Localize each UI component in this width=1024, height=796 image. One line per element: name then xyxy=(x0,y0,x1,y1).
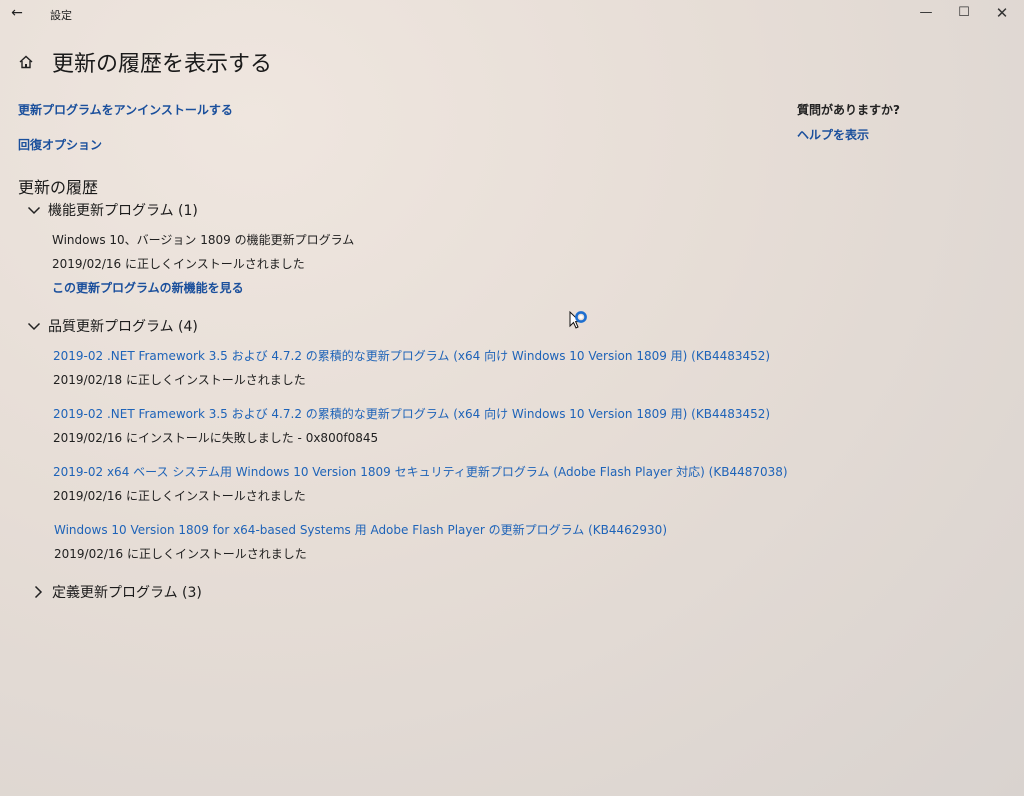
home-icon xyxy=(19,55,33,69)
feature-updates-toggle[interactable]: 機能更新プログラム (1) xyxy=(26,200,198,220)
quality-update-link[interactable]: Windows 10 Version 1809 for x64-based Sy… xyxy=(54,521,667,538)
show-help-link[interactable]: ヘルプを表示 xyxy=(797,126,869,143)
quality-update-status: 2019/02/16 に正しくインストールされました xyxy=(53,489,306,503)
title-bar: ← 設定 — ☐ ✕ xyxy=(0,0,1024,28)
close-button[interactable]: ✕ xyxy=(990,3,1014,23)
chevron-down-icon xyxy=(27,206,41,215)
help-question: 質問がありますか? xyxy=(797,103,900,117)
feature-update-status: 2019/02/16 に正しくインストールされました xyxy=(52,257,305,271)
quality-updates-toggle[interactable]: 品質更新プログラム (4) xyxy=(26,316,198,336)
quality-update-status: 2019/02/18 に正しくインストールされました xyxy=(53,373,306,387)
quality-update-status: 2019/02/16 に正しくインストールされました xyxy=(54,547,307,561)
recovery-options-link[interactable]: 回復オプション xyxy=(18,136,102,153)
uninstall-updates-link[interactable]: 更新プログラムをアンインストールする xyxy=(18,101,233,118)
definition-updates-label: 定義更新プログラム (3) xyxy=(52,585,202,601)
minimize-button[interactable]: — xyxy=(914,3,938,23)
chevron-right-icon xyxy=(34,585,43,599)
feature-updates-label: 機能更新プログラム (1) xyxy=(48,203,198,219)
feature-update-name: Windows 10、バージョン 1809 の機能更新プログラム xyxy=(52,233,355,247)
new-features-link[interactable]: この更新プログラムの新機能を見る xyxy=(52,279,244,296)
quality-update-status: 2019/02/16 にインストールに失敗しました - 0x800f0845 xyxy=(53,431,379,445)
quality-updates-label: 品質更新プログラム (4) xyxy=(48,319,198,335)
maximize-button[interactable]: ☐ xyxy=(952,3,976,23)
quality-update-link[interactable]: 2019-02 x64 ベース システム用 Windows 10 Version… xyxy=(53,463,788,480)
quality-update-link[interactable]: 2019-02 .NET Framework 3.5 および 4.7.2 の累積… xyxy=(53,405,770,422)
page-title: 更新の履歴を表示する xyxy=(52,52,273,77)
quality-update-link[interactable]: 2019-02 .NET Framework 3.5 および 4.7.2 の累積… xyxy=(53,347,770,364)
definition-updates-toggle[interactable]: 定義更新プログラム (3) xyxy=(30,582,202,602)
back-arrow-icon[interactable]: ← xyxy=(8,4,26,22)
chevron-down-icon xyxy=(27,322,41,331)
window-title: 設定 xyxy=(50,9,72,22)
history-section-title: 更新の履歴 xyxy=(18,178,99,197)
busy-cursor-icon xyxy=(569,310,587,329)
